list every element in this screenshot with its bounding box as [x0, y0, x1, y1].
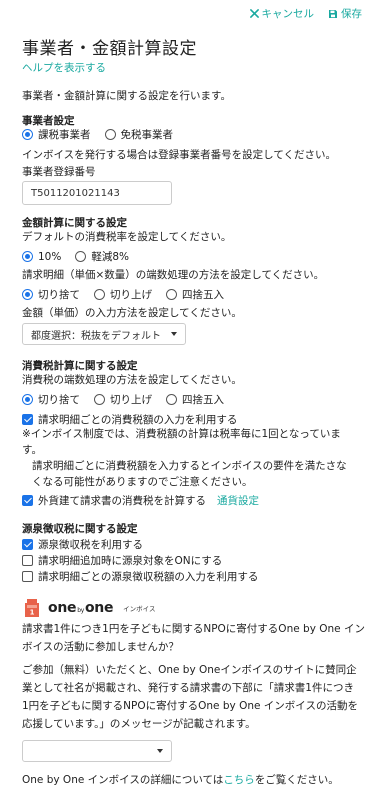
- help-link[interactable]: ヘルプを表示する: [22, 60, 106, 75]
- per-line-tax-checkbox[interactable]: 請求明細ごとの消費税額の入力を利用する: [22, 412, 237, 427]
- checkbox-label: 外貨建て請求書の消費税を計算する: [38, 495, 206, 507]
- checkbox-box: [22, 571, 33, 582]
- foreign-currency-checkbox[interactable]: 外貨建て請求書の消費税を計算する 通貨設定: [22, 493, 259, 508]
- onebyone-body-line-4: 応援しています。」のメッセージが記載されます。: [22, 718, 256, 730]
- registration-number-input[interactable]: T5011201021143: [22, 181, 172, 205]
- page-description: 事業者・金額計算に関する設定を行います。: [22, 90, 231, 102]
- radio-dot: [22, 129, 33, 140]
- logo-subtitle: インボイス: [123, 605, 156, 613]
- onebyone-intro-line-1: 請求書1件につき1円を子どもに関するNPOに寄付するOne by One イン: [22, 623, 365, 635]
- tax-rate-radio-group: 10% 軽減8%: [22, 249, 129, 264]
- svg-text:1: 1: [30, 609, 35, 617]
- radio-label: 四捨五入: [182, 394, 224, 406]
- save-label: 保存: [341, 8, 362, 20]
- tax-rate-note: デフォルトの消費税率を設定してください。: [22, 231, 232, 243]
- currency-settings-link[interactable]: 通貨設定: [217, 493, 259, 508]
- logo-word-one-2: one: [84, 600, 114, 616]
- amount-section-title: 金額計算に関する設定: [22, 217, 127, 229]
- checkbox-box: [22, 539, 33, 550]
- onebyone-body-line-3: 1円を子どもに関するNPOに寄付するOne by One インボイスの活動を: [22, 700, 358, 712]
- top-toolbar: キャンセル 保存: [249, 6, 362, 21]
- onebyone-logo: 1 onebyone インボイス: [22, 597, 155, 619]
- footer-suffix: をご覧ください。: [254, 774, 339, 786]
- line-rounding-radio-group: 切り捨て 切り上げ 四捨五入: [22, 287, 224, 302]
- checkbox-label: 源泉徴収税を利用する: [38, 539, 143, 551]
- radio-dot: [22, 289, 33, 300]
- chevron-down-icon: [157, 749, 163, 753]
- radio-dot: [104, 129, 116, 140]
- onebyone-body-line-1: ご参加（無料）いただくと、One by Oneインボイスのサイトに賛同企: [22, 664, 357, 676]
- radio-tax-round-down[interactable]: 切り捨て: [22, 392, 80, 407]
- checkbox-label: 請求明細ごとの源泉徴収税額の入力を利用する: [38, 571, 259, 583]
- radio-dot: [166, 394, 177, 405]
- chevron-down-icon: [171, 332, 177, 336]
- radio-label: 免税事業者: [120, 129, 174, 141]
- radio-dot: [22, 251, 33, 262]
- radio-label: 軽減8%: [91, 251, 130, 263]
- withholding-use-checkbox[interactable]: 源泉徴収税を利用する: [22, 537, 143, 552]
- logo-word-one: one: [48, 600, 77, 616]
- onebyone-participation-select[interactable]: [22, 740, 172, 762]
- radio-label: 切り上げ: [110, 289, 152, 301]
- radio-exempt[interactable]: 免税事業者: [104, 127, 174, 142]
- radio-round-down[interactable]: 切り捨て: [22, 287, 80, 302]
- onebyone-logo-mark: 1: [25, 599, 39, 617]
- onebyone-logo-text: onebyone: [48, 600, 113, 616]
- onebyone-intro-line-2: ボイスの活動に参加しませんか？: [22, 641, 179, 653]
- rounding-note: 請求明細（単価×数量）の端数処理の方法を設定してください。: [22, 269, 325, 281]
- select-value: 都度選択：税抜をデフォルト: [31, 330, 161, 342]
- radio-label: 四捨五入: [182, 289, 224, 301]
- radio-label: 切り捨て: [38, 289, 80, 301]
- footer-prefix: One by One インボイスの詳細については: [22, 774, 224, 786]
- radio-label: 課税事業者: [38, 129, 91, 141]
- input-method-note: 金額（単価）の入力方法を設定してください。: [22, 307, 242, 319]
- checkbox-label: 請求明細追加時に源泉対象をONにする: [38, 555, 223, 567]
- withholding-per-line-checkbox[interactable]: 請求明細ごとの源泉徴収税額の入力を利用する: [22, 569, 258, 584]
- invoice-warning-line-2: す。: [22, 444, 42, 456]
- radio-tax-round-half[interactable]: 四捨五入: [166, 392, 224, 407]
- radio-tax-reduced-8[interactable]: 軽減8%: [75, 249, 129, 264]
- invoice-note: インボイスを発行する場合は登録事業者番号を設定してください。: [22, 149, 337, 161]
- invoice-warning-line-3: 請求明細ごとに消費税額を入力するとインボイスの要件を満たさな: [32, 460, 347, 472]
- close-icon: [249, 9, 259, 18]
- radio-label: 10%: [38, 250, 62, 263]
- cancel-button[interactable]: キャンセル: [249, 6, 315, 21]
- radio-tax-10[interactable]: 10%: [22, 251, 61, 263]
- withholding-section-title: 源泉徴収税に関する設定: [22, 523, 138, 535]
- input-method-select[interactable]: 都度選択：税抜をデフォルト: [22, 323, 186, 345]
- radio-label: 切り上げ: [110, 394, 152, 406]
- radio-dot: [94, 394, 105, 405]
- registration-number-label: 事業者登録番号: [22, 166, 96, 178]
- radio-tax-round-up[interactable]: 切り上げ: [94, 392, 152, 407]
- checkbox-label: 請求明細ごとの消費税額の入力を利用する: [38, 414, 238, 426]
- logo-word-by: by: [77, 607, 84, 614]
- radio-dot: [75, 251, 87, 262]
- radio-label: 切り捨て: [38, 394, 80, 406]
- cancel-label: キャンセル: [261, 8, 315, 20]
- save-icon: [329, 9, 337, 18]
- onebyone-body-line-2: 業として社名が掲載され、発行する請求書の下部に「請求書1件につき: [22, 682, 354, 694]
- checkbox-box: [22, 555, 33, 566]
- business-type-radio-group: 課税事業者 免税事業者: [22, 127, 173, 142]
- checkbox-box: [22, 495, 33, 506]
- consumption-rounding-radio-group: 切り捨て 切り上げ 四捨五入: [22, 392, 224, 407]
- checkbox-box: [22, 414, 33, 425]
- invoice-warning-line-4: くなる可能性がありますのでご注意ください。: [32, 476, 253, 488]
- invoice-warning-line-1: ※インボイス制度では、消費税額の計算は税率毎に1回となっていま: [22, 428, 341, 440]
- page-title: 事業者・金額計算設定: [22, 39, 197, 59]
- details-link[interactable]: こちら: [223, 774, 255, 786]
- onebyone-footer: One by One インボイスの詳細についてはこちらをご覧ください。: [22, 772, 339, 789]
- radio-taxable[interactable]: 課税事業者: [22, 127, 91, 142]
- withholding-on-add-checkbox[interactable]: 請求明細追加時に源泉対象をONにする: [22, 553, 222, 568]
- radio-dot: [166, 289, 177, 300]
- save-button[interactable]: 保存: [328, 6, 362, 21]
- business-section-title: 事業者設定: [22, 115, 75, 127]
- radio-dot: [94, 289, 105, 300]
- radio-dot: [22, 394, 33, 405]
- consumption-rounding-note: 消費税の端数処理の方法を設定してください。: [22, 374, 242, 386]
- consumption-tax-section-title: 消費税計算に関する設定: [22, 360, 138, 372]
- radio-round-up[interactable]: 切り上げ: [94, 287, 152, 302]
- radio-round-half[interactable]: 四捨五入: [166, 287, 224, 302]
